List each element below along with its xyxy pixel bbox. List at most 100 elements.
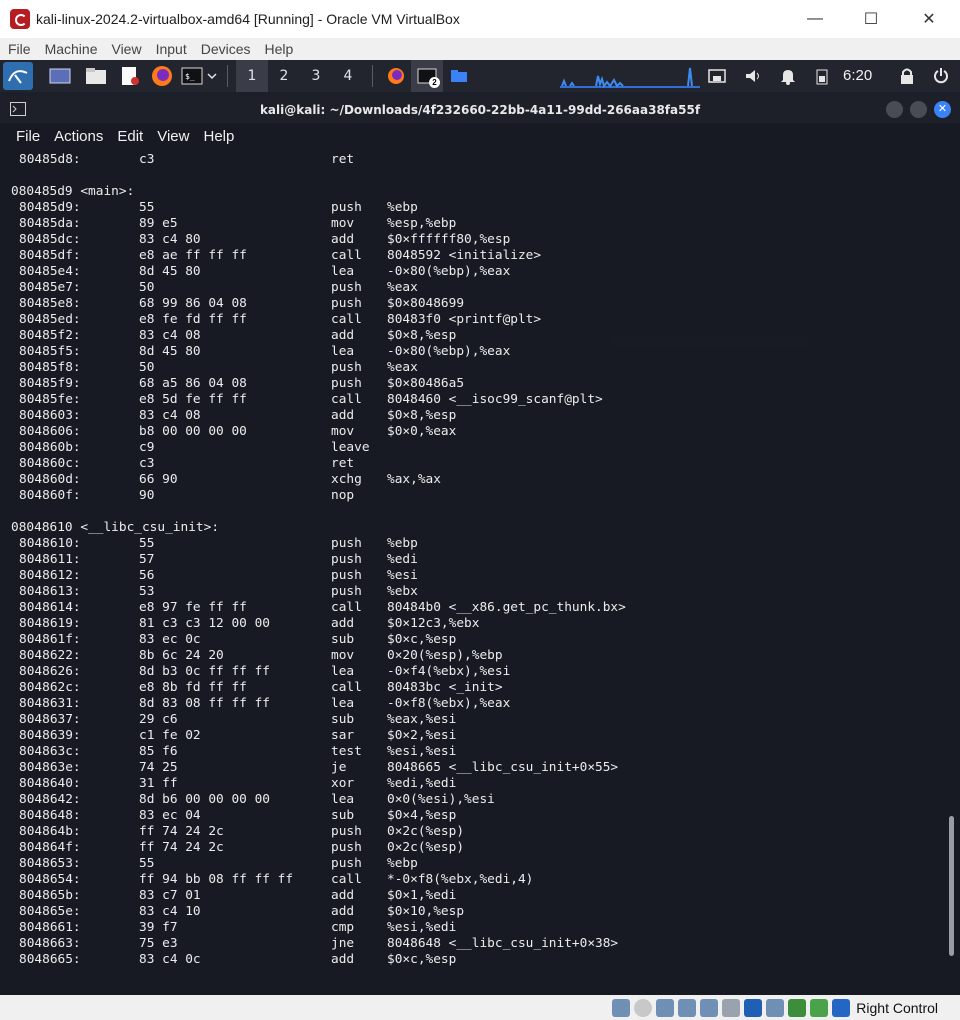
network-adapter-icon[interactable]: [678, 998, 697, 1017]
instruction-bytes: c3: [139, 152, 155, 167]
instruction-bytes: 55: [139, 856, 155, 871]
terminal-window[interactable]: kali@kali: ~/Downloads/4f232660-22bb-4a1…: [0, 96, 960, 995]
panel-clock[interactable]: 6:20: [843, 60, 872, 92]
shared-folders-icon[interactable]: [722, 998, 741, 1017]
terminal-line: 80485e7: 50 push %eax: [0, 280, 944, 296]
terminal-menu-help[interactable]: Help: [196, 128, 241, 145]
menu-file[interactable]: File: [0, 41, 38, 57]
instruction-operands: %edi: [387, 552, 418, 567]
recording-icon[interactable]: [766, 998, 785, 1017]
instruction-bytes: 83 ec 04: [139, 808, 201, 823]
usb-icon[interactable]: [700, 998, 719, 1017]
instruction-mnemonic: add: [331, 232, 355, 247]
menu-help[interactable]: Help: [258, 41, 301, 57]
show-desktop-icon[interactable]: [45, 64, 75, 88]
instruction-mnemonic: add: [331, 328, 355, 343]
optical-drive-icon[interactable]: [634, 998, 653, 1017]
terminal-menu-view[interactable]: View: [150, 128, 196, 145]
close-button[interactable]: ✕: [900, 0, 958, 38]
maximize-button[interactable]: ☐: [842, 0, 900, 38]
instruction-operands: %ebx: [387, 584, 418, 599]
instruction-mnemonic: call: [331, 600, 362, 615]
menu-devices[interactable]: Devices: [194, 41, 258, 57]
taskbar-firefox-icon[interactable]: [381, 64, 411, 88]
terminal-output[interactable]: 80485d8: c3 ret 080485d9 <main>: 80485d9: 55 p…: [0, 152, 944, 992]
terminal-minimize-icon[interactable]: [886, 101, 903, 118]
instruction-address: 80485f2:: [19, 328, 81, 343]
instruction-operands: $0×80486a5: [387, 376, 465, 391]
terminal-line: 80485da: 89 e5 mov %esp,%ebp: [0, 216, 944, 232]
terminal-titlebar[interactable]: kali@kali: ~/Downloads/4f232660-22bb-4a1…: [0, 96, 960, 123]
network-icon[interactable]: [706, 64, 728, 88]
terminal-line: 80485d8: c3 ret: [0, 152, 944, 168]
instruction-bytes: e8 97 fe ff ff: [139, 600, 247, 615]
terminal-menu-file[interactable]: File: [0, 128, 47, 145]
workspace-4[interactable]: 4: [332, 64, 364, 88]
terminal-close-icon[interactable]: ✕: [934, 101, 951, 118]
display-icon[interactable]: [744, 998, 763, 1017]
instruction-address: 804860f:: [19, 488, 81, 503]
instruction-address: 80485f8:: [19, 360, 81, 375]
lock-screen-icon[interactable]: [896, 64, 918, 88]
audio-icon[interactable]: [656, 998, 675, 1017]
terminal-line: 80485df: e8 ae ff ff ff call 8048592 <initi…: [0, 248, 944, 264]
file-manager-icon[interactable]: [81, 64, 111, 88]
terminal-title: kali@kali: ~/Downloads/4f232660-22bb-4a1…: [259, 102, 701, 117]
hard-disk-icon[interactable]: [612, 998, 631, 1017]
terminal-scrollbar[interactable]: [949, 816, 954, 956]
workspace-2[interactable]: 2: [268, 64, 300, 88]
notifications-bell-icon[interactable]: [777, 64, 799, 88]
instruction-address: 80485dc:: [19, 232, 81, 247]
instruction-address: 80485e4:: [19, 264, 81, 279]
terminal-line: 80485dc: 83 c4 80 add $0×ffffff80,%esp: [0, 232, 944, 248]
instruction-operands: %esi,%esi: [387, 744, 457, 759]
instruction-bytes: 55: [139, 536, 155, 551]
power-icon[interactable]: [930, 64, 952, 88]
text-editor-icon[interactable]: [115, 64, 145, 88]
terminal-line: 8048614: e8 97 fe ff ff call 80484b0 <__x86…: [0, 600, 944, 616]
window-count-badge: 2: [429, 77, 440, 88]
keyboard-capture-icon[interactable]: [832, 998, 851, 1017]
taskbar-terminal-icon[interactable]: 2: [411, 60, 443, 92]
menu-machine[interactable]: Machine: [38, 41, 105, 57]
instruction-bytes: 75 e3: [139, 936, 178, 951]
terminal-menu-actions[interactable]: Actions: [47, 128, 110, 145]
instruction-mnemonic: mov: [331, 216, 355, 231]
instruction-address: 804860c:: [19, 456, 81, 471]
window-title: kali-linux-2024.2-virtualbox-amd64 [Runn…: [36, 11, 460, 27]
kali-panel: $_ 1 2 3 4 2 6:20: [0, 60, 960, 92]
terminal-line: 8048640: 31 ff xor %edi,%edi: [0, 776, 944, 792]
instruction-mnemonic: call: [331, 312, 362, 327]
chevron-down-icon[interactable]: [205, 64, 219, 88]
taskbar-folder-icon[interactable]: [443, 64, 475, 88]
firefox-icon[interactable]: [147, 64, 177, 88]
volume-icon[interactable]: [742, 64, 764, 88]
kali-menu-icon[interactable]: [3, 62, 33, 90]
terminal-line: 804860f: 90 nop: [0, 488, 944, 504]
battery-icon[interactable]: [811, 64, 833, 88]
workspace-3[interactable]: 3: [300, 64, 332, 88]
instruction-operands: 8048648 <__libc_csu_init+0×38>: [387, 936, 619, 951]
instruction-bytes: 8d b6 00 00 00 00: [139, 792, 270, 807]
guest-screen[interactable]: $_ 1 2 3 4 2 6:20 kali@kali: ~/Downloads…: [0, 60, 960, 995]
function-label: 08048610 <__libc_csu_init>:: [11, 520, 220, 535]
terminal-maximize-icon[interactable]: [910, 101, 927, 118]
terminal-line: 8048661: 39 f7 cmp %esi,%edi: [0, 920, 944, 936]
menu-view[interactable]: View: [104, 41, 148, 57]
menu-input[interactable]: Input: [149, 41, 194, 57]
instruction-operands: 80483bc <_init>: [387, 680, 503, 695]
instruction-operands: 8048460 <__isoc99_scanf@plt>: [387, 392, 603, 407]
instruction-address: 8048619:: [19, 616, 81, 631]
terminal-line: 80485ed: e8 fe fd ff ff call 80483f0 <print…: [0, 312, 944, 328]
terminal-launcher-icon[interactable]: $_: [179, 64, 205, 88]
instruction-address: 8048611:: [19, 552, 81, 567]
instruction-operands: $0×c,%esp: [387, 952, 457, 967]
instruction-mnemonic: add: [331, 952, 355, 967]
instruction-bytes: 31 ff: [139, 776, 178, 791]
instruction-bytes: 83 c4 08: [139, 328, 201, 343]
terminal-menu-edit[interactable]: Edit: [110, 128, 150, 145]
mouse-integration-icon[interactable]: [810, 998, 829, 1017]
virtualization-icon[interactable]: [788, 998, 807, 1017]
workspace-1[interactable]: 1: [236, 60, 268, 92]
minimize-button[interactable]: —: [786, 0, 844, 38]
